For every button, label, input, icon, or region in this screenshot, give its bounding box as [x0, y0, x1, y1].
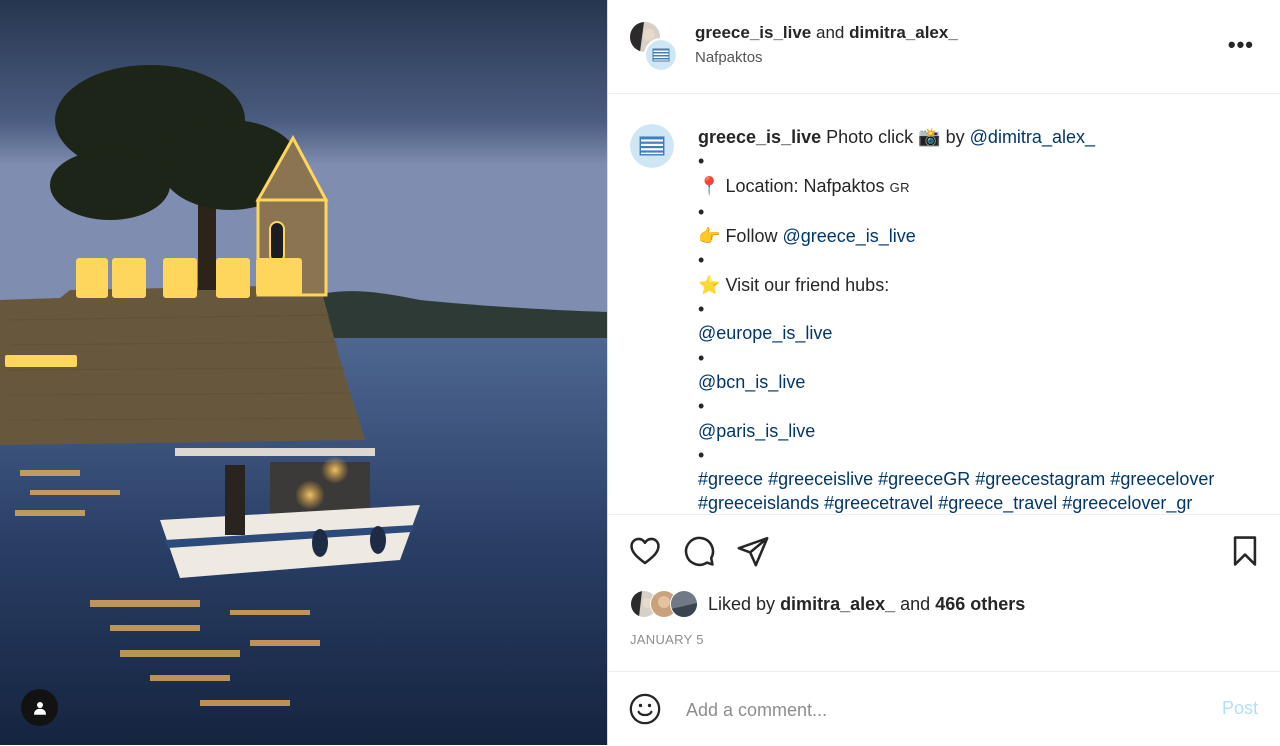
caption-line-friends: ⭐ Visit our friend hubs:	[698, 273, 1258, 297]
caption-text: greece_is_live Photo click 📸 by @dimitra…	[698, 125, 1258, 514]
post-location[interactable]: Nafpaktos	[695, 49, 763, 66]
likes-text: Liked by dimitra_alex_ and 466 others	[708, 594, 1025, 615]
caption-username[interactable]: greece_is_live	[698, 127, 821, 147]
heart-icon[interactable]	[628, 534, 662, 568]
caption-bullet: •	[698, 396, 705, 417]
hashtag[interactable]: #greeceGR	[878, 469, 970, 489]
caption-line-location: 📍 Location: Nafpaktos GR	[698, 174, 1258, 200]
caption-friends: Visit our friend hubs:	[725, 274, 890, 295]
liker-avatar	[670, 590, 698, 618]
liked-by-label: Liked by	[708, 593, 776, 614]
comment-box: Post	[608, 671, 1280, 746]
caption-intro: Photo click	[826, 127, 914, 147]
caption-bullet: •	[698, 151, 705, 172]
caption-bullet: •	[698, 347, 705, 368]
greek-flag-avatar-icon	[630, 124, 674, 168]
hashtag[interactable]: #greecelover_gr	[1062, 493, 1192, 513]
star-emoji-icon: ⭐	[698, 274, 721, 295]
mention-europe-is-live[interactable]: @europe_is_live	[698, 321, 1258, 345]
post-header: greece_is_live and dimitra_alex_ Nafpakt…	[608, 0, 1280, 94]
post-date[interactable]: JANUARY 5	[630, 632, 704, 647]
pin-emoji-icon: 📍	[698, 175, 721, 196]
likes-and: and	[900, 593, 931, 614]
hashtag[interactable]: #greecetravel	[824, 493, 933, 513]
emoji-icon[interactable]	[628, 692, 662, 726]
hashtag[interactable]: #greecestagram	[975, 469, 1105, 489]
post-side-panel: greece_is_live and dimitra_alex_ Nafpakt…	[607, 0, 1280, 745]
caption-avatar[interactable]	[630, 124, 674, 168]
mention-greece-is-live[interactable]: @greece_is_live	[782, 226, 915, 246]
hashtag[interactable]: #greecelover	[1110, 469, 1214, 489]
collab-avatars[interactable]	[630, 22, 678, 72]
comment-icon[interactable]	[682, 534, 716, 568]
likes-summary: Liked by dimitra_alex_ and 466 others	[630, 589, 1025, 619]
collab-usernames: greece_is_live and dimitra_alex_	[695, 22, 958, 44]
mention-bcn-is-live[interactable]: @bcn_is_live	[698, 370, 1258, 394]
photo-illustration	[0, 0, 607, 745]
hashtags-line-1: #greece #greeceislive #greeceGR #greeces…	[698, 467, 1258, 491]
hashtag[interactable]: #greeceislands	[698, 493, 819, 513]
hashtag[interactable]: #greece	[698, 469, 763, 489]
share-icon[interactable]	[736, 534, 770, 568]
hashtag[interactable]: #greeceislive	[768, 469, 873, 489]
caption-scroll[interactable]: greece_is_live Photo click 📸 by @dimitra…	[608, 94, 1280, 514]
caption-bullet: •	[698, 250, 705, 271]
liked-by-user[interactable]: dimitra_alex_	[780, 594, 895, 614]
mention-dimitra[interactable]: @dimitra_alex_	[970, 127, 1095, 147]
caption-bullet: •	[698, 299, 705, 320]
likes-others[interactable]: 466 others	[935, 594, 1025, 614]
comment-input[interactable]	[684, 694, 1188, 726]
caption-by: by	[945, 127, 965, 147]
hashtags-line-2: #greeceislands #greecetravel #greece_tra…	[698, 491, 1258, 514]
hashtag[interactable]: #greece_travel	[938, 493, 1057, 513]
post-actions: Liked by dimitra_alex_ and 466 others JA…	[608, 514, 1280, 672]
avatar-greece-is-live[interactable]	[644, 38, 678, 72]
greece-flag-icon: GR	[889, 179, 911, 195]
username-dimitra[interactable]: dimitra_alex_	[849, 23, 958, 42]
bookmark-icon[interactable]	[1228, 534, 1262, 568]
avatar-image	[671, 591, 697, 617]
liker-avatars[interactable]	[630, 590, 700, 618]
pointing-emoji-icon: 👉	[698, 226, 721, 247]
caption-location: Location: Nafpaktos	[725, 175, 885, 196]
caption-bullet: •	[698, 201, 705, 222]
caption-line-intro: greece_is_live Photo click 📸 by @dimitra…	[698, 125, 1258, 149]
username-joiner: and	[816, 23, 845, 42]
more-options-button[interactable]: •••	[1228, 32, 1254, 58]
username-greece-is-live[interactable]: greece_is_live	[695, 23, 811, 42]
user-tag-icon	[33, 701, 46, 715]
caption-follow: Follow	[725, 226, 778, 247]
greek-flag-avatar-icon	[646, 40, 676, 70]
post-photo[interactable]	[0, 0, 607, 745]
caption-bullet: •	[698, 444, 705, 465]
camera-emoji-icon: 📸	[918, 127, 941, 147]
post-dialog: greece_is_live and dimitra_alex_ Nafpakt…	[0, 0, 1280, 745]
post-comment-button[interactable]: Post	[1222, 698, 1258, 719]
mention-paris-is-live[interactable]: @paris_is_live	[698, 419, 1258, 443]
tagged-users-button[interactable]	[21, 689, 58, 726]
caption-line-follow: 👉 Follow @greece_is_live	[698, 224, 1258, 248]
